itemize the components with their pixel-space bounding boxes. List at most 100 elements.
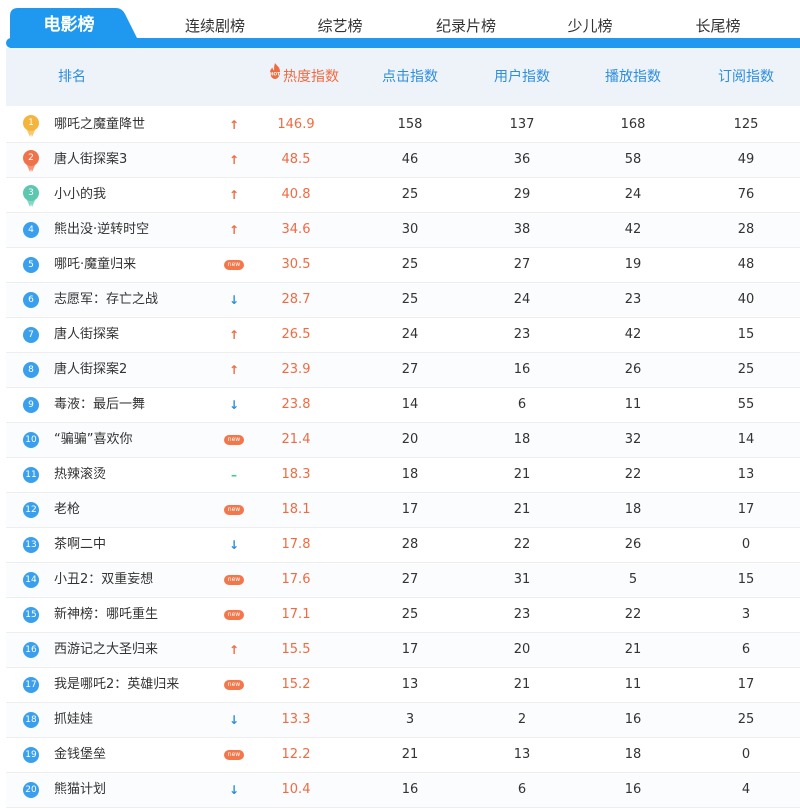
click-index: 28 [401,537,419,552]
rank-badge: 10 [23,432,39,448]
user-index: 21 [513,677,531,692]
movie-title[interactable]: 我是哪吒2：英雄归来 [54,668,224,702]
movie-title[interactable]: 哪吒之魔童降世 [54,108,224,142]
movie-title[interactable]: 老枪 [54,493,224,527]
table-row[interactable]: 11 热辣滚烫 – 18.3 18 21 22 13 [6,458,800,493]
trend-new-cell: new [220,493,248,527]
user-index: 27 [513,257,531,272]
header-hot[interactable]: HOT 热度指数 [268,48,348,106]
arrow-up-icon: ↑ [228,328,240,342]
play-index: 16 [624,782,642,797]
table-row[interactable]: 9 毒液：最后一舞 ↓ 23.8 14 6 11 55 [6,388,800,423]
trend-down-cell: ↓ [220,703,248,737]
tab-kids[interactable]: 少儿榜 [555,14,625,38]
subscribe-index: 14 [737,432,755,447]
trend-down-cell: ↓ [220,388,248,422]
rank-badge: 11 [23,467,39,483]
movie-title[interactable]: 小小的我 [54,178,224,212]
movie-title[interactable]: 抓娃娃 [54,703,224,737]
tab-variety[interactable]: 综艺榜 [305,14,375,38]
user-index: 137 [509,117,535,132]
movie-title[interactable]: 小丑2：双重妄想 [54,563,224,597]
table-row[interactable]: 6 志愿军：存亡之战 ↓ 28.7 25 24 23 40 [6,283,800,318]
rank-number: 3 [23,185,39,201]
click-index: 25 [401,187,419,202]
rank-badge: 6 [23,292,39,308]
rank-badge: 14 [23,572,39,588]
hot-index: 21.4 [281,432,311,447]
header-click[interactable]: 点击指数 [375,48,445,106]
user-index: 18 [513,432,531,447]
table-row[interactable]: 2 唐人街探案3 ↑ 48.5 46 36 58 49 [6,143,800,178]
movie-title[interactable]: 毒液：最后一舞 [54,388,224,422]
table-row[interactable]: 18 抓娃娃 ↓ 13.3 3 2 16 25 [6,703,800,738]
play-index: 42 [624,327,642,342]
tab-longtail[interactable]: 长尾榜 [683,14,753,38]
tab-series[interactable]: 连续剧榜 [175,14,255,38]
play-index: 19 [624,257,642,272]
movie-title[interactable]: 茶啊二中 [54,528,224,562]
table-row[interactable]: 15 新神榜：哪吒重生 new 17.1 25 23 22 3 [6,598,800,633]
subscribe-index: 49 [737,152,755,167]
play-index: 32 [624,432,642,447]
rank-badge: 19 [23,747,39,763]
arrow-up-icon: ↑ [228,363,240,377]
table-row[interactable]: 4 熊出没·逆转时空 ↑ 34.6 30 38 42 28 [6,213,800,248]
table-row[interactable]: 5 哪吒·魔童归来 new 30.5 25 27 19 48 [6,248,800,283]
table-row[interactable]: 19 金钱堡垒 new 12.2 21 13 18 0 [6,738,800,773]
user-index: 31 [513,572,531,587]
table-row[interactable]: 1 哪吒之魔童降世 ↑ 146.9 158 137 168 125 [6,108,800,143]
play-index: 24 [624,187,642,202]
header-play[interactable]: 播放指数 [598,48,668,106]
movie-title[interactable]: 熊猫计划 [54,773,224,807]
table-row[interactable]: 16 西游记之大圣归来 ↑ 15.5 17 20 21 6 [6,633,800,668]
play-index: 22 [624,607,642,622]
subscribe-index: 125 [733,117,759,132]
user-index: 21 [513,502,531,517]
movie-title[interactable]: 志愿军：存亡之战 [54,283,224,317]
movie-title[interactable]: 唐人街探案2 [54,353,224,387]
table-row[interactable]: 13 茶啊二中 ↓ 17.8 28 22 26 0 [6,528,800,563]
tab-documentary[interactable]: 纪录片榜 [425,14,507,38]
movie-title[interactable]: 新神榜：哪吒重生 [54,598,224,632]
movie-title[interactable]: 金钱堡垒 [54,738,224,772]
tab-longtail-label: 长尾榜 [695,17,741,35]
click-index: 3 [405,712,415,727]
rank-badge: 15 [23,607,39,623]
table-row[interactable]: 12 老枪 new 18.1 17 21 18 17 [6,493,800,528]
arrow-up-icon: ↑ [228,643,240,657]
play-index: 22 [624,467,642,482]
table-row[interactable]: 20 熊猫计划 ↓ 10.4 16 6 16 4 [6,773,800,808]
movie-title[interactable]: 熊出没·逆转时空 [54,213,224,247]
arrow-up-icon: ↑ [228,223,240,237]
trend-up-cell: ↑ [220,213,248,247]
table-row[interactable]: 7 唐人街探案 ↑ 26.5 24 23 42 15 [6,318,800,353]
tab-movie[interactable]: 电影榜 [10,6,142,48]
table-row[interactable]: 10 “骗骗”喜欢你 new 21.4 20 18 32 14 [6,423,800,458]
movie-title[interactable]: 唐人街探案 [54,318,224,352]
movie-title[interactable]: 西游记之大圣归来 [54,633,224,667]
movie-title[interactable]: 哪吒·魔童归来 [54,248,224,282]
arrow-down-icon: ↓ [228,398,240,412]
trend-down-cell: ↓ [220,528,248,562]
rank-badge: 8 [23,362,39,378]
movie-title[interactable]: 热辣滚烫 [54,458,224,492]
table-row[interactable]: 17 我是哪吒2：英雄归来 new 15.2 13 21 11 17 [6,668,800,703]
play-index: 18 [624,502,642,517]
table-row[interactable]: 14 小丑2：双重妄想 new 17.6 27 31 5 15 [6,563,800,598]
new-badge: new [224,679,244,690]
click-index: 18 [401,467,419,482]
header-subscribe[interactable]: 订阅指数 [711,48,781,106]
subscribe-index: 25 [737,712,755,727]
subscribe-index: 55 [737,397,755,412]
subscribe-index: 15 [737,572,755,587]
table-row[interactable]: 3 小小的我 ↑ 40.8 25 29 24 76 [6,178,800,213]
header-user[interactable]: 用户指数 [487,48,557,106]
movie-title[interactable]: “骗骗”喜欢你 [54,423,224,457]
table-row[interactable]: 8 唐人街探案2 ↑ 23.9 27 16 26 25 [6,353,800,388]
tab-kids-label: 少儿榜 [567,17,613,35]
subscribe-index: 13 [737,467,755,482]
movie-title[interactable]: 唐人街探案3 [54,143,224,177]
tab-variety-label: 综艺榜 [317,17,363,35]
tab-movie-label: 电影榜 [43,15,95,35]
